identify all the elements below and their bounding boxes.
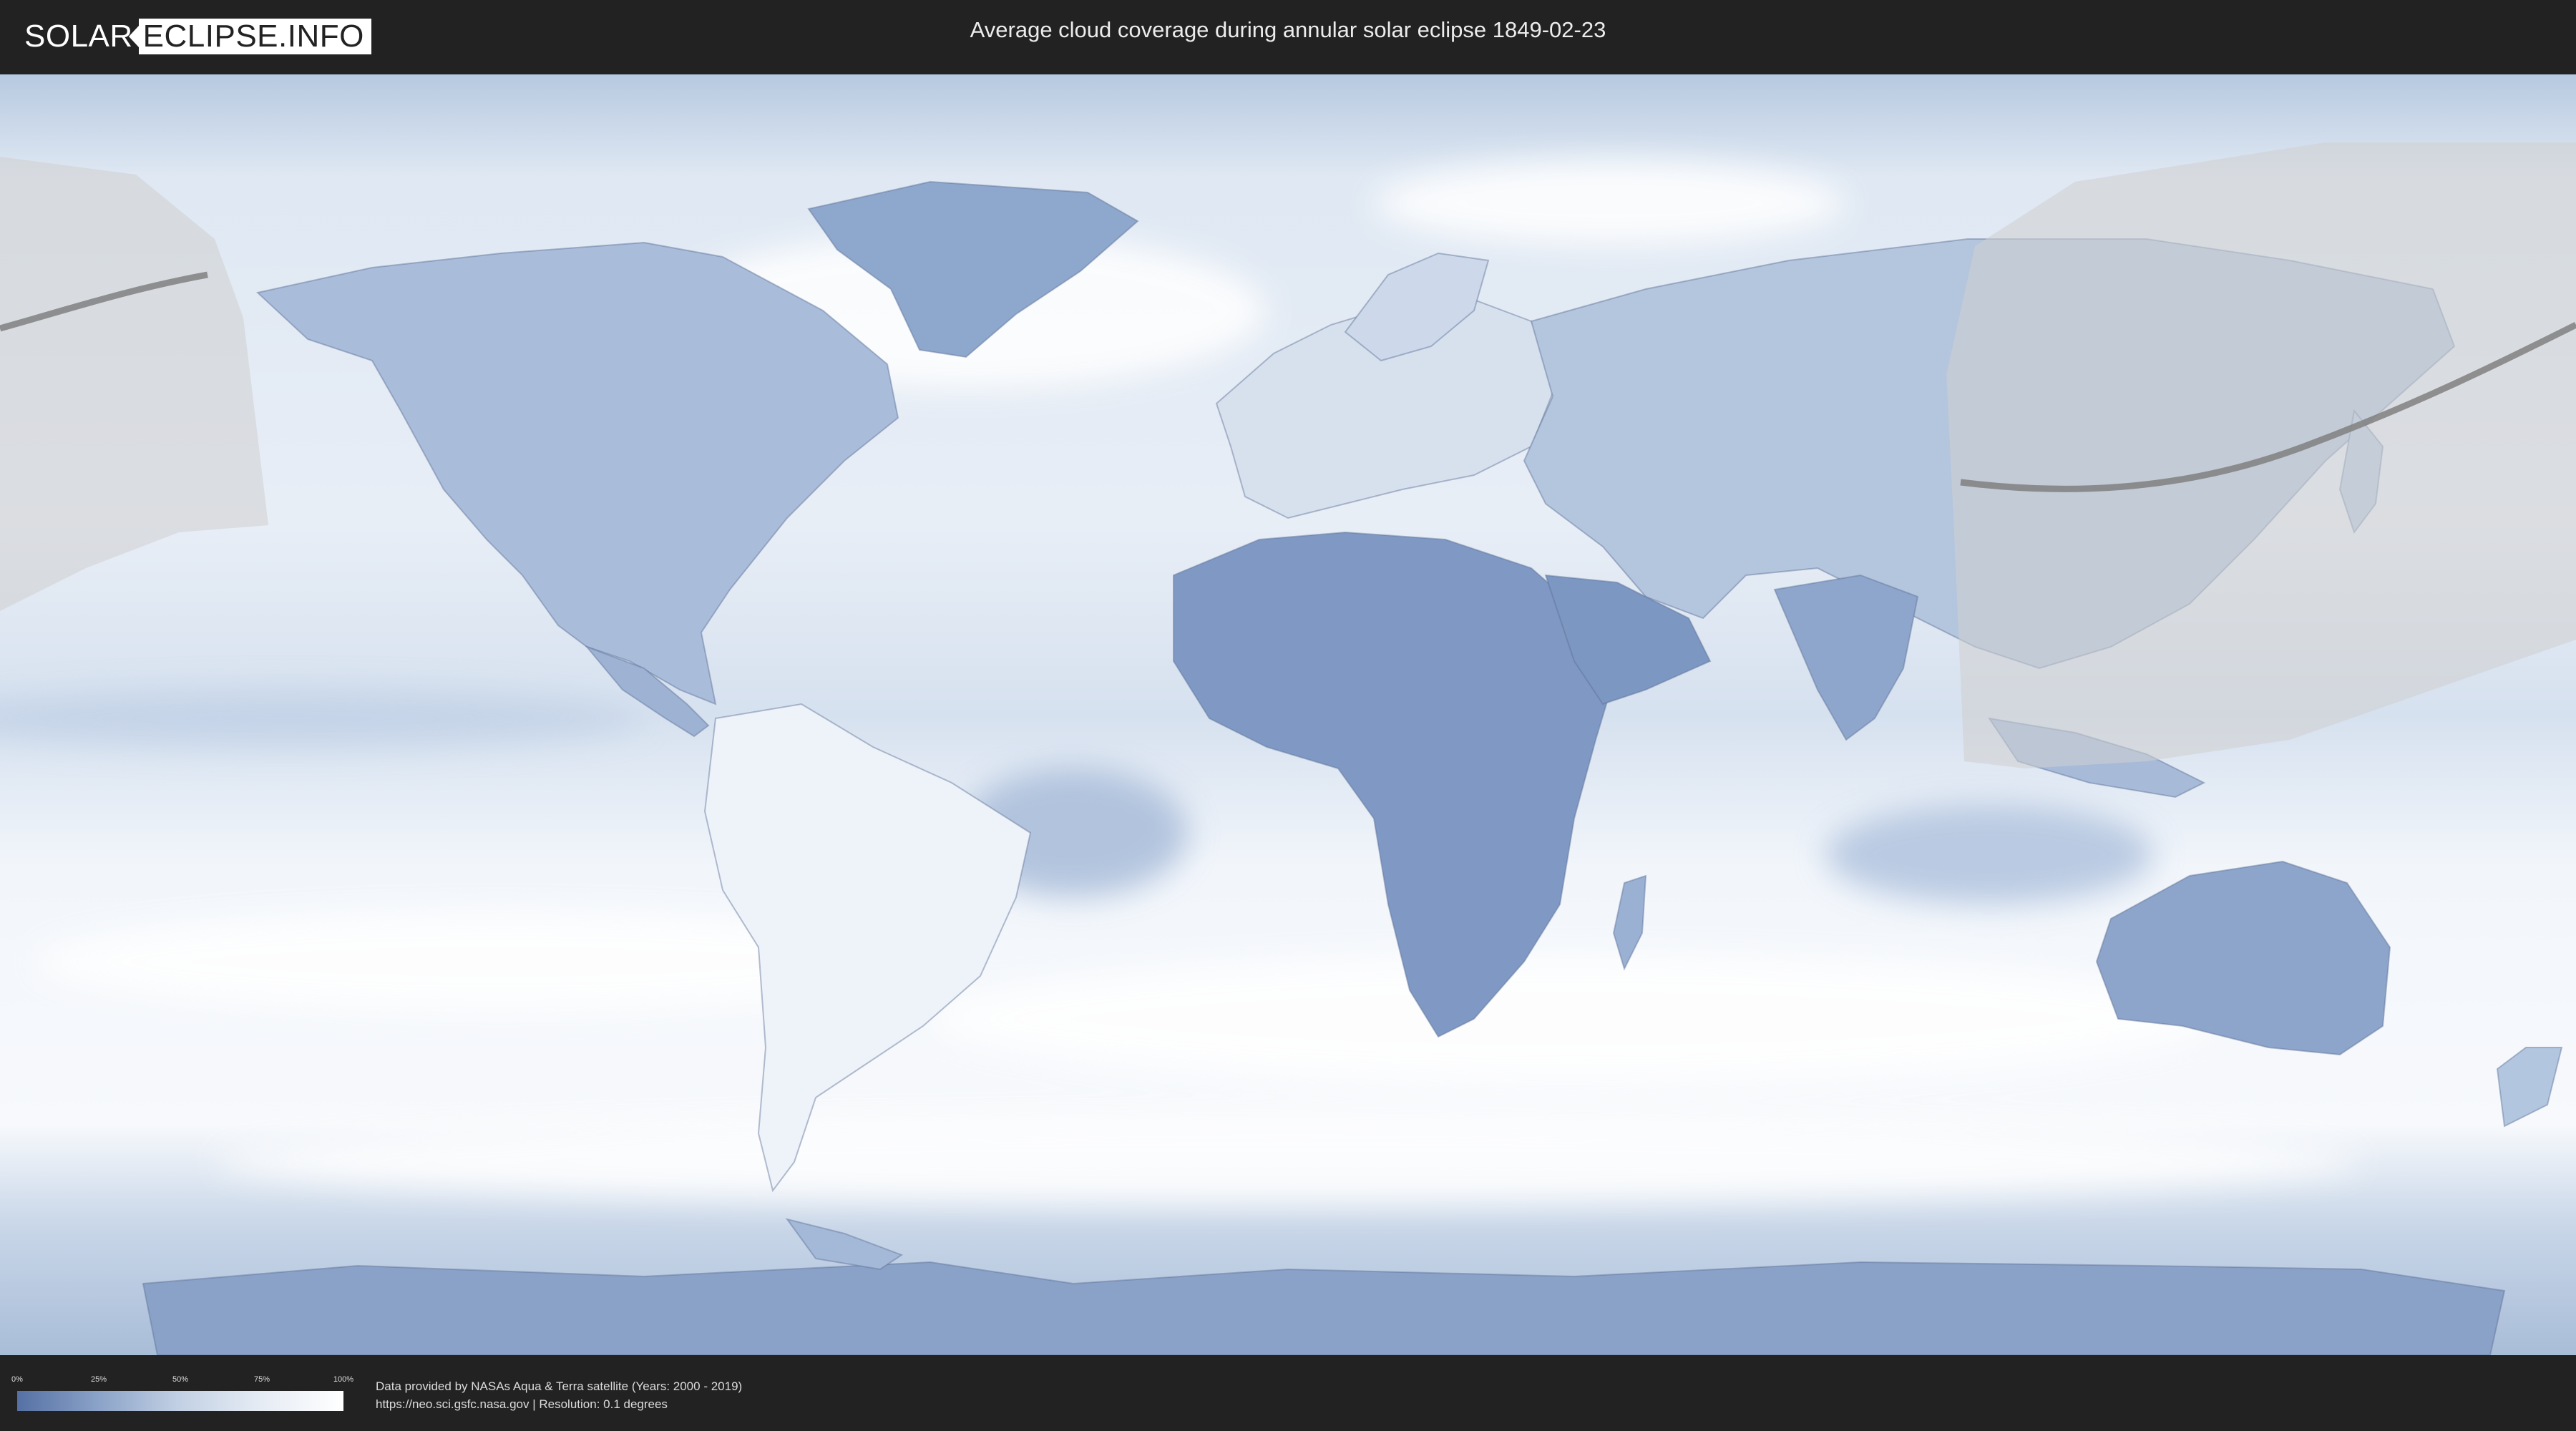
source-link[interactable]: https://neo.sci.gsfc.nasa.gov | Resoluti…	[376, 1397, 668, 1412]
legend-tick-50: 50%	[172, 1375, 189, 1384]
legend-color-scale	[17, 1391, 343, 1411]
legend-tick-0: 0%	[11, 1375, 23, 1384]
legend-tick-25: 25%	[90, 1375, 107, 1384]
world-map	[0, 74, 2576, 1355]
data-credit: Data provided by NASAs Aqua & Terra sate…	[376, 1379, 743, 1393]
legend-tick-100: 100%	[333, 1375, 354, 1384]
cloud-coverage-map[interactable]	[0, 74, 2576, 1355]
antarctica	[142, 1261, 2506, 1355]
page-title: Average cloud coverage during annular so…	[970, 17, 1606, 42]
legend-tick-75: 75%	[253, 1375, 270, 1384]
footer-bar	[0, 1357, 2576, 1431]
header-bar: SOLAR ECLIPSE.INFO Average cloud coverag…	[0, 0, 2576, 72]
